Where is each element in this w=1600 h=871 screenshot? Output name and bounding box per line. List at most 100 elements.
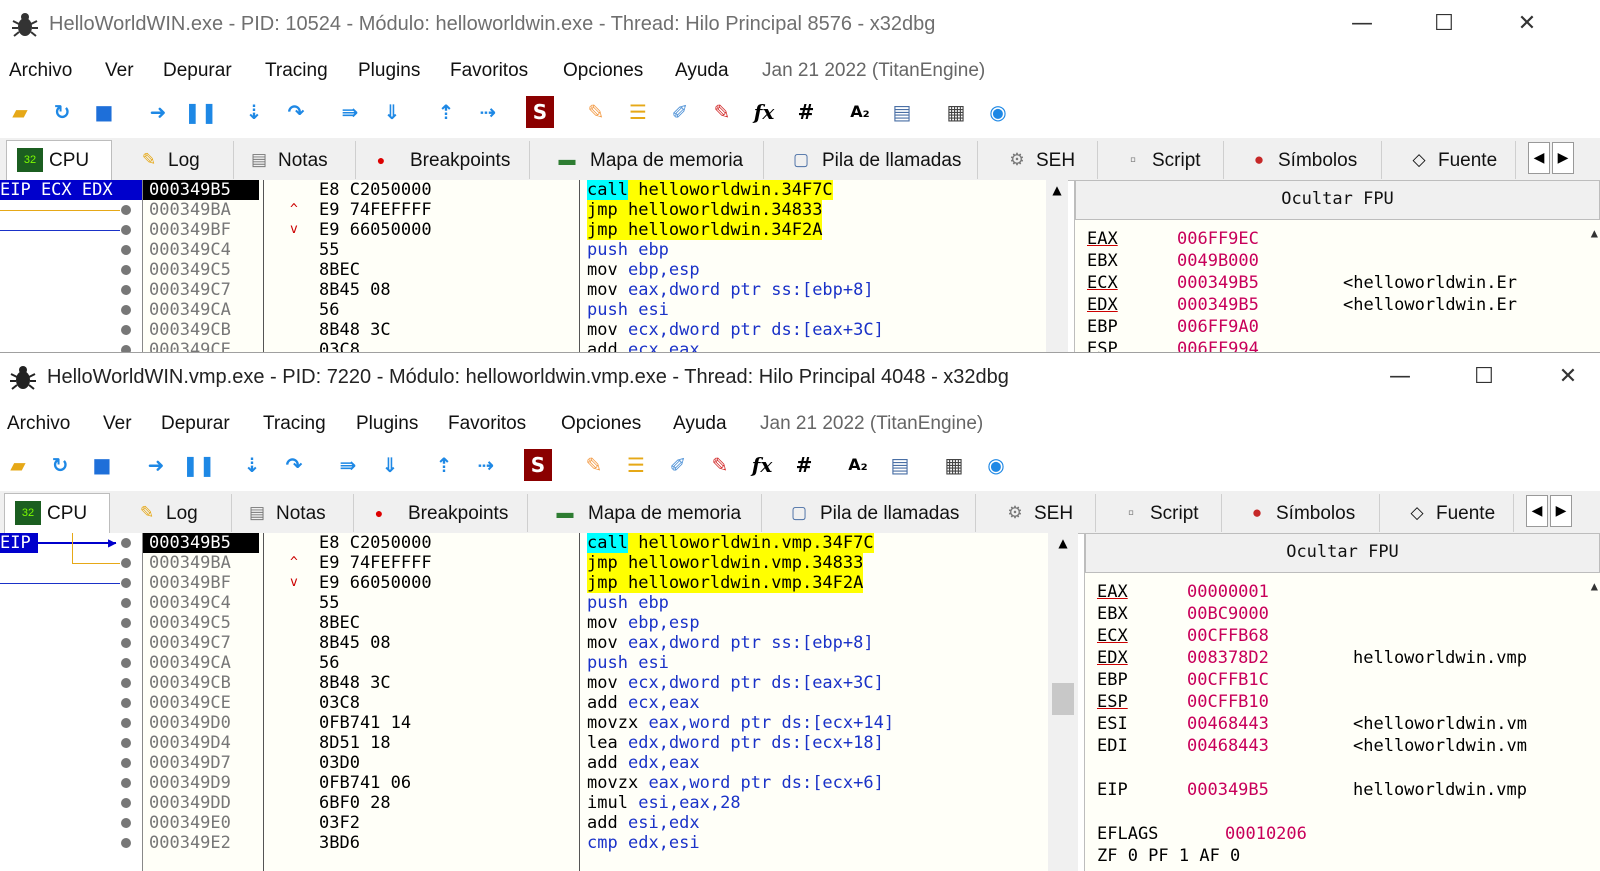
tab-breakpoints[interactable]: ● Breakpoints <box>356 494 528 532</box>
register-value[interactable]: 000349B5 <box>1177 294 1259 316</box>
menu-ver[interactable]: Ver <box>105 60 134 82</box>
title-bar[interactable]: HelloWorldWIN.exe - PID: 10524 - Módulo:… <box>0 0 1600 50</box>
menu-opciones[interactable]: Opciones <box>561 413 641 435</box>
close-button[interactable]: ✕ <box>1544 353 1592 401</box>
instruction-row[interactable]: 000349BF v E9 66050000 jmp helloworldwin.34… <box>143 220 1047 240</box>
bookmark-icon[interactable]: ✎ <box>706 96 738 128</box>
tab-scroll-left-button[interactable]: ◀ <box>1526 495 1548 527</box>
register-row-eflags[interactable]: EFLAGS 00010206 <box>1097 823 1600 845</box>
breakpoint-dot[interactable] <box>121 598 131 608</box>
pause-icon[interactable]: ❚❚ <box>182 449 216 481</box>
step-into-icon[interactable]: ⇣ <box>238 96 270 128</box>
register-value[interactable]: 00010206 <box>1225 823 1307 845</box>
instruction-row[interactable]: 000349CA 56 push esi <box>143 653 1047 673</box>
breakpoint-dot[interactable] <box>121 205 131 215</box>
minimize-button[interactable]: — <box>1338 0 1386 48</box>
breakpoint-dot[interactable] <box>121 225 131 235</box>
instruction-row[interactable]: 000349BA ^ E9 74FEFFFF jmp helloworldwin.vm… <box>143 553 1047 573</box>
register-row-edi[interactable]: EDI 00468443 <helloworldwin.vm <box>1097 735 1600 757</box>
globe-icon[interactable]: ◉ <box>980 449 1012 481</box>
register-row-ebx[interactable]: EBX 0049B000 <box>1087 250 1600 272</box>
register-value[interactable]: 00CFFB10 <box>1187 691 1269 713</box>
breakpoint-dot[interactable] <box>121 618 131 628</box>
menu-tracing[interactable]: Tracing <box>263 413 326 435</box>
open-folder-icon[interactable]: ▰ <box>2 449 34 481</box>
register-value[interactable]: 006FF9A0 <box>1177 316 1259 338</box>
scroll-up-arrow-icon[interactable]: ▲ <box>1046 180 1068 200</box>
tab-pila-de-llamadas[interactable]: ▢ Pila de llamadas <box>778 141 978 179</box>
patch-icon[interactable]: ✎ <box>580 96 612 128</box>
menu-tracing[interactable]: Tracing <box>265 60 328 82</box>
register-value[interactable]: 00CFFB68 <box>1187 625 1269 647</box>
step-into-icon[interactable]: ⇣ <box>236 449 268 481</box>
menu-favoritos[interactable]: Favoritos <box>448 413 526 435</box>
tab-script[interactable]: ▫ Script <box>1108 494 1222 532</box>
disassembly-view[interactable]: 000349B5 E8 C2050000 call helloworldwin.34… <box>142 180 1047 352</box>
menu-favoritos[interactable]: Favoritos <box>450 60 528 82</box>
minimize-button[interactable]: — <box>1376 353 1424 401</box>
trace-over-icon[interactable]: ⇓ <box>374 449 406 481</box>
instruction-row[interactable]: 000349E2 3BD6 cmp edx,esi <box>143 833 1047 853</box>
restart-icon[interactable]: ↻ <box>46 96 78 128</box>
menu-depurar[interactable]: Depurar <box>161 413 230 435</box>
instruction-row[interactable]: 000349CB 8B48 3C mov ecx,dword ptr ds:[eax… <box>143 320 1047 340</box>
register-value[interactable]: 000349B5 <box>1187 779 1269 801</box>
current-instruction-row[interactable]: 000349B5 E8 C2050000 call helloworldwin.vm… <box>143 533 1047 553</box>
scylla-icon[interactable]: S <box>526 96 554 128</box>
function-icon[interactable]: fx <box>746 449 778 481</box>
tab-scroll-right-button[interactable]: ▶ <box>1552 142 1574 174</box>
trace-over-icon[interactable]: ⇓ <box>376 96 408 128</box>
comment-icon[interactable]: ☰ <box>622 96 654 128</box>
hide-fpu-button[interactable]: Ocultar FPU <box>1075 180 1600 220</box>
step-over-icon[interactable]: ↷ <box>278 449 310 481</box>
close-button[interactable]: ✕ <box>1503 0 1551 48</box>
tab-log[interactable]: ✎ Log <box>124 494 232 532</box>
register-value[interactable]: 000349B5 <box>1177 272 1259 294</box>
scrollbar-thumb[interactable] <box>1052 683 1074 715</box>
scroll-up-arrow-icon[interactable]: ▲ <box>1048 533 1078 553</box>
register-row-esi[interactable]: ESI 00468443 <helloworldwin.vm <box>1097 713 1600 735</box>
stop-icon[interactable]: ■ <box>88 96 120 128</box>
breakpoint-dot[interactable] <box>121 738 131 748</box>
register-value[interactable]: 006FF9EC <box>1177 228 1259 250</box>
breakpoint-dot[interactable] <box>121 698 131 708</box>
patch-icon[interactable]: ✎ <box>578 449 610 481</box>
register-row-esp[interactable]: ESP 00CFFB10 <box>1097 691 1600 713</box>
font-icon[interactable]: A₂ <box>842 449 874 481</box>
register-value[interactable]: 00000001 <box>1187 581 1269 603</box>
register-row-ebp[interactable]: EBP 006FF9A0 <box>1087 316 1600 338</box>
menu-plugins[interactable]: Plugins <box>356 413 418 435</box>
breakpoint-dot[interactable] <box>121 578 131 588</box>
hash-icon[interactable]: # <box>788 449 820 481</box>
flags-row[interactable]: ZF 0 PF 1 AF 0 <box>1097 845 1240 867</box>
menu-depurar[interactable]: Depurar <box>163 60 232 82</box>
menu-archivo[interactable]: Archivo <box>7 413 70 435</box>
execute-till-return-icon[interactable]: ⇡ <box>430 96 462 128</box>
instruction-row[interactable]: 000349CE 03C8 add ecx,eax <box>143 340 1047 352</box>
disassembly-view[interactable]: 000349B5 E8 C2050000 call helloworldwin.vm… <box>142 533 1049 871</box>
menu-ayuda[interactable]: Ayuda <box>675 60 729 82</box>
run-icon[interactable]: ➜ <box>140 449 172 481</box>
disassembly-scrollbar[interactable]: ▲ <box>1048 533 1078 871</box>
tab-cpu[interactable]: 32 CPU <box>4 493 110 533</box>
register-row-ecx[interactable]: ECX 00CFFB68 <box>1097 625 1600 647</box>
register-row-edx[interactable]: EDX 008378D2 helloworldwin.vmp <box>1097 647 1600 669</box>
breakpoint-dot[interactable] <box>121 265 131 275</box>
menu-ver[interactable]: Ver <box>103 413 132 435</box>
register-value[interactable]: 00BC9000 <box>1187 603 1269 625</box>
tab-mapa-de-memoria[interactable]: ▬ Mapa de memoria <box>542 494 762 532</box>
register-row-ecx[interactable]: ECX 000349B5 <helloworldwin.Er <box>1087 272 1600 294</box>
tab-breakpoints[interactable]: ● Breakpoints <box>358 141 530 179</box>
breakpoint-dot[interactable] <box>121 638 131 648</box>
run-to-user-code-icon[interactable]: ⇢ <box>470 449 502 481</box>
log-icon[interactable]: ▤ <box>886 96 918 128</box>
execute-till-return-icon[interactable]: ⇡ <box>428 449 460 481</box>
menu-opciones[interactable]: Opciones <box>563 60 643 82</box>
register-row-edx[interactable]: EDX 000349B5 <helloworldwin.Er <box>1087 294 1600 316</box>
bookmark-icon[interactable]: ✎ <box>704 449 736 481</box>
maximize-button[interactable]: ☐ <box>1460 353 1508 401</box>
menu-ayuda[interactable]: Ayuda <box>673 413 727 435</box>
globe-icon[interactable]: ◉ <box>982 96 1014 128</box>
breakpoint-dot[interactable] <box>121 718 131 728</box>
register-row-eax[interactable]: EAX 006FF9EC <box>1087 228 1600 250</box>
